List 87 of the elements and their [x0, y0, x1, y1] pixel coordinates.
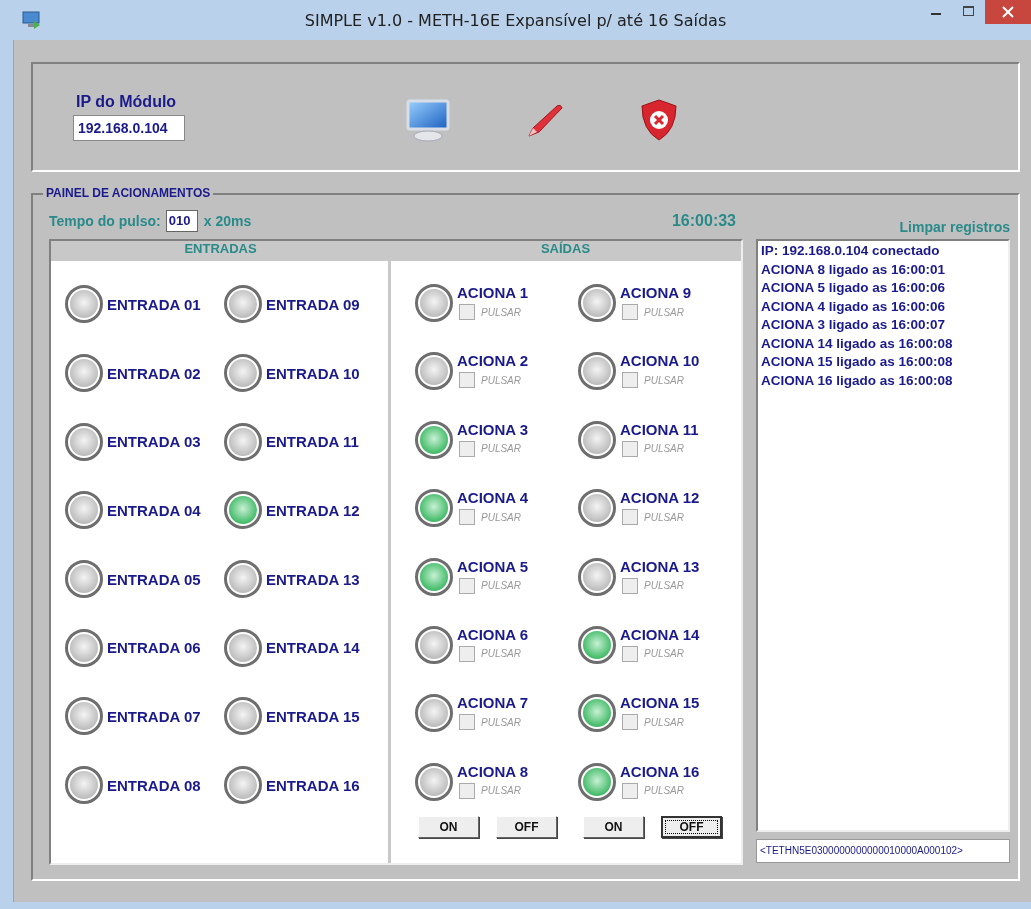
switch-button[interactable]: OFF — [496, 816, 557, 839]
input-label: ENTRADA 09 — [266, 295, 360, 313]
pulse-option-label: PULSAR — [481, 716, 521, 728]
output-label: ACIONA 4 — [457, 489, 529, 507]
input-label: ENTRADA 07 — [107, 707, 201, 725]
group-title: PAINEL DE ACIONAMENTOS — [43, 186, 214, 200]
pulse-option-label: PULSAR — [481, 443, 521, 455]
output-label: ACIONA 15 — [620, 694, 700, 712]
output-label: ACIONA 13 — [620, 557, 700, 575]
monitor-icon[interactable] — [405, 98, 451, 142]
output-label: ACIONA 3 — [457, 420, 529, 438]
pulse-checkbox[interactable] — [622, 440, 638, 457]
switch-button[interactable]: ON — [583, 816, 644, 839]
pulse-checkbox[interactable] — [622, 714, 638, 731]
pulse-option-label: PULSAR — [481, 785, 521, 797]
output-label: ACIONA 12 — [620, 489, 700, 507]
pulse-option-label: PULSAR — [481, 306, 521, 318]
input-label: ENTRADA 12 — [266, 501, 360, 519]
pulse-option-label: PULSAR — [644, 511, 684, 523]
pulse-checkbox[interactable] — [622, 509, 638, 526]
input-label: ENTRADA 02 — [107, 364, 201, 382]
pulse-checkbox[interactable] — [459, 645, 475, 662]
input-label: ENTRADA 11 — [266, 433, 359, 451]
output-label: ACIONA 8 — [457, 762, 529, 780]
input-label: ENTRADA 04 — [107, 501, 201, 519]
pulse-checkbox[interactable] — [622, 304, 638, 320]
pulse-checkbox[interactable] — [622, 577, 638, 594]
pulse-checkbox[interactable] — [622, 645, 638, 662]
pulse-option-label: PULSAR — [644, 306, 684, 318]
pulse-option-label: PULSAR — [644, 785, 684, 797]
pulse-checkbox[interactable] — [459, 577, 475, 594]
pulse-checkbox[interactable] — [459, 440, 475, 457]
close-button[interactable] — [985, 0, 1031, 24]
output-label: ACIONA 14 — [620, 625, 700, 643]
input-label: ENTRADA 16 — [266, 776, 360, 794]
log-box: IP: 192.168.0.104 conectado ACIONA 8 ligado as 16:00:01 ACIONA 5 ligado as 16:00:06 ACIONA 4 ligado as 16:00:06 ACIONA 3 ligado as 16:00:07 ACIONA 14 ligado as 16:00:08 ACIONA 15 ligado as 16:00:08 ACIONA 16 ligado as 16:00:08 — [756, 239, 1010, 832]
pulse-checkbox[interactable] — [459, 372, 475, 389]
pulse-checkbox[interactable] — [459, 714, 475, 731]
switch-button[interactable]: ON — [418, 816, 479, 839]
pulse-checkbox[interactable] — [622, 782, 638, 799]
input-label: ENTRADA 06 — [107, 639, 201, 657]
output-label: ACIONA 7 — [457, 694, 529, 712]
maximize-icon — [963, 6, 974, 16]
output-label: ACIONA 6 — [457, 625, 529, 643]
switch-button[interactable]: OFF — [661, 816, 722, 839]
input-label: ENTRADA 08 — [107, 776, 201, 794]
pulse-checkbox[interactable] — [622, 372, 638, 389]
input-label: ENTRADA 10 — [266, 364, 360, 382]
ip-label: IP do Módulo — [76, 93, 178, 111]
pulse-label: Tempo do pulso: — [49, 213, 161, 229]
output-label: ACIONA 16 — [620, 762, 700, 780]
input-label: ENTRADA 14 — [266, 639, 360, 657]
input-label: ENTRADA 05 — [107, 570, 201, 588]
output-label: ACIONA 1 — [457, 284, 529, 301]
shield-icon[interactable] — [639, 98, 679, 142]
window-title: SIMPLE v1.0 - METH-16E Expansível p/ até 16 Saídas — [304, 11, 727, 30]
pulse-option-label: PULSAR — [481, 648, 521, 660]
output-label: ACIONA 2 — [457, 352, 529, 370]
pulse-option-label: PULSAR — [644, 443, 684, 455]
column-heading: ENTRADAS — [183, 241, 258, 258]
output-label: ACIONA 10 — [620, 352, 700, 370]
input-label: ENTRADA 03 — [107, 433, 201, 451]
pulse-checkbox[interactable] — [459, 304, 475, 320]
input-label: ENTRADA 13 — [266, 570, 360, 588]
app-icon — [22, 11, 42, 29]
pulse-option-label: PULSAR — [644, 648, 684, 660]
pulse-option-label: PULSAR — [481, 374, 521, 386]
pulse-option-label: PULSAR — [644, 716, 684, 728]
pulse-unit: x 20ms — [203, 213, 252, 229]
minimize-icon — [930, 13, 941, 15]
output-label: ACIONA 11 — [620, 420, 699, 438]
input-label: ENTRADA 01 — [107, 295, 201, 313]
pulse-option-label: PULSAR — [644, 580, 684, 592]
output-label: ACIONA 9 — [620, 284, 692, 301]
pulse-option-label: PULSAR — [644, 374, 684, 386]
input-label: ENTRADA 15 — [266, 707, 360, 725]
pulse-field[interactable]: 010 — [165, 210, 198, 232]
pulse-checkbox[interactable] — [459, 509, 475, 526]
close-icon — [1002, 6, 1014, 18]
ip-field[interactable]: 192.168.0.104 — [73, 115, 185, 141]
clock: 16:00:33 — [671, 212, 736, 230]
output-label: ACIONA 5 — [457, 557, 529, 575]
column-heading: SAÍDAS — [539, 241, 592, 258]
pulse-option-label: PULSAR — [481, 580, 521, 592]
command-field[interactable]: <TETHN5E0300000000000010000A000102> — [756, 839, 1010, 863]
pulse-option-label: PULSAR — [481, 511, 521, 523]
pulse-checkbox[interactable] — [459, 782, 475, 799]
